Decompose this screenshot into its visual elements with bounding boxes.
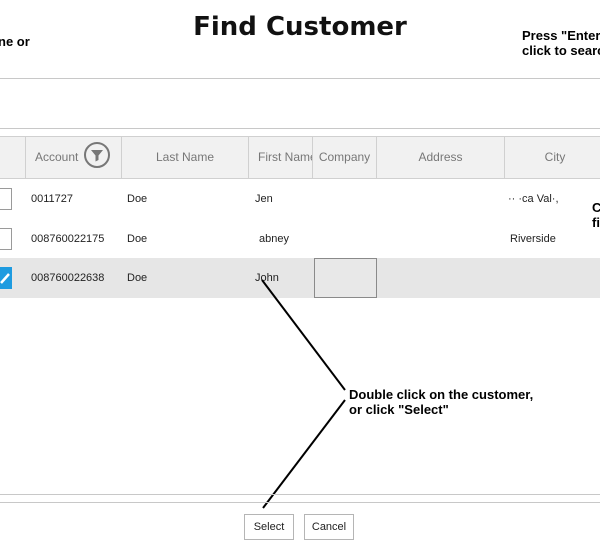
divider-footer [0, 502, 600, 503]
select-button[interactable]: Select [244, 514, 294, 540]
divider-grid-bottom [0, 494, 600, 495]
cancel-button[interactable]: Cancel [304, 514, 354, 540]
arrow-to-row [261, 279, 346, 391]
annotation-arrows [261, 279, 346, 509]
arrow-to-select [262, 399, 346, 509]
